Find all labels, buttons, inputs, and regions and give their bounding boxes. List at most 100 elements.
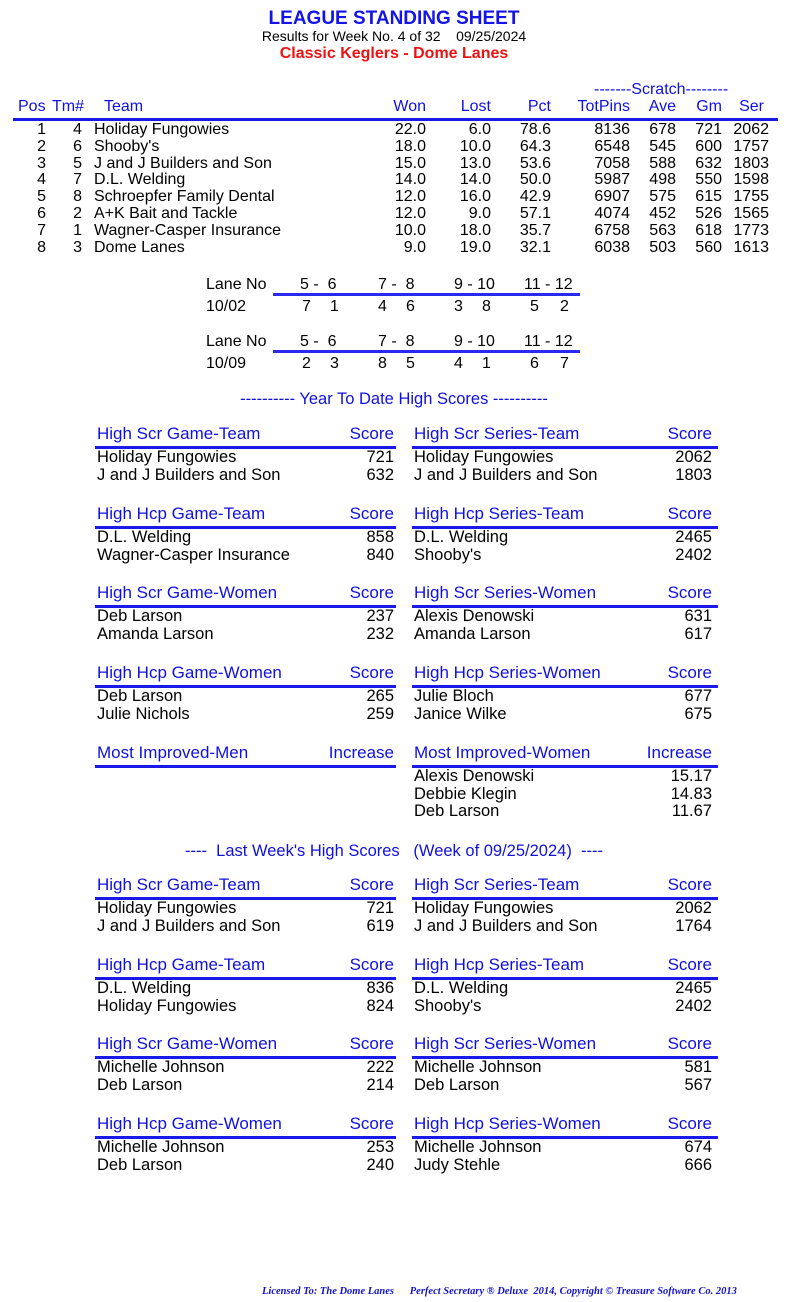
score-box-title: High Scr Series-Team [414,875,580,894]
team-number: 6 [530,355,539,372]
list-item: Shooby's 2402 [412,545,718,565]
standings-ser: 1565 [733,205,769,222]
standings-totpins: 6907 [594,188,630,206]
standings-pos: 2 [37,137,46,155]
standings-ave: 678 [649,121,676,138]
player-name: Janice Wilke [414,704,507,723]
score-value: 1803 [675,465,712,484]
score-value: 2402 [675,545,712,564]
score-box-title: High Hcp Game-Women [97,1114,282,1133]
score-column-label: Score [667,1114,712,1133]
score-column-label: Increase [646,743,712,762]
score-value: 581 [684,1058,712,1076]
score-value: 15.17 [670,767,712,785]
standings-lost: 10.0 [459,137,491,155]
standings-pct: 32.1 [519,238,551,256]
standings-lost: 6.0 [468,121,491,138]
score-box: High Hcp Series-Team Score D.L. Welding 246… [412,955,718,1015]
col-pos: Pos [18,98,46,115]
col-pct: Pct [527,98,551,115]
standings-pos: 5 [37,188,46,206]
col-tm: Tm# [52,98,84,115]
team-number: 7 [560,355,569,372]
standings-team: Shooby's [94,137,160,155]
list-item: Deb Larson 214 [95,1076,396,1095]
standings-pos: 1 [37,121,46,138]
standings-lost: 13.0 [459,154,491,172]
score-column-label: Score [667,504,712,523]
col-ser: Ser [739,98,764,115]
score-box-header: High Scr Game-Team Score [95,424,396,446]
table-row: 7 1 Wagner-Casper Insurance 10.0 18.0 35.7 675… [0,222,800,239]
score-box-title: High Hcp Game-Women [97,663,282,682]
score-box: High Scr Series-Women Score Alexis Denowsk… [412,583,718,643]
lane-rule [273,293,580,296]
standings-won: 10.0 [394,221,426,239]
lane-label: Lane No [206,276,267,293]
player-name: Deb Larson [414,1075,500,1094]
standings-tm: 2 [73,205,82,222]
list-item: J and J Builders and Son 619 [95,917,396,936]
standings-ser: 2062 [733,121,769,138]
team-number: 3 [454,298,463,315]
team-number: 1 [482,355,491,372]
list-item: Alexis Denowski 15.17 [412,767,718,786]
score-box-title: High Hcp Game-Team [97,504,266,523]
page-title: LEAGUE STANDING SHEET [268,8,520,29]
score-box: High Scr Series-Team Score Holiday Fungowi… [412,424,718,484]
col-won: Won [393,98,426,115]
score-value: 677 [684,687,712,705]
score-box-header: High Hcp Game-Women Score [95,663,396,685]
list-item: Deb Larson 240 [95,1156,396,1175]
team-number: 1 [330,298,339,315]
list-item: Holiday Fungowies 2062 [412,899,718,918]
standings-team: J and J Builders and Son [94,154,272,172]
score-box-title: High Scr Game-Women [97,1034,278,1053]
team-number: 2 [302,355,311,372]
lane-number: 7 - 8 [378,276,415,293]
score-value: 840 [366,545,394,564]
score-column-label: Increase [328,743,394,762]
player-name: Holiday Fungowies [97,448,237,466]
score-box-header: High Hcp Series-Women Score [412,663,718,685]
score-box-title: High Hcp Game-Team [97,955,266,974]
score-value: 674 [684,1138,712,1156]
standings-pct: 42.9 [519,188,551,206]
score-box: High Scr Game-Team Score Holiday Fungowies… [95,875,396,935]
score-box-header: High Scr Game-Women Score [95,583,396,605]
score-box: Most Improved-Men Increase [95,743,396,768]
score-box: High Scr Game-Team Score Holiday Fungowies… [95,424,396,484]
score-value: 836 [366,979,394,997]
score-box: High Hcp Game-Team Score D.L. Welding 836 Ho… [95,955,396,1015]
player-name: J and J Builders and Son [414,465,598,484]
score-value: 259 [366,704,394,723]
score-box-header: High Scr Series-Women Score [412,583,718,605]
list-item: Deb Larson 11.67 [412,802,718,821]
col-gm: Gm [696,98,722,115]
standings-lost: 19.0 [459,238,491,256]
standings-pos: 3 [37,154,46,172]
lane-number: 11 - 12 [524,276,573,293]
list-item: Holiday Fungowies 721 [95,899,396,918]
standings-pct: 78.6 [519,121,551,138]
standings-gm: 615 [695,188,722,206]
player-name: D.L. Welding [414,528,509,546]
standings-tm: 6 [73,137,82,155]
player-name: Holiday Fungowies [414,899,554,917]
standings-totpins: 6548 [594,137,630,155]
standings-ser: 1613 [733,238,769,256]
standings-totpins: 6038 [594,238,630,256]
standings-ser: 1803 [733,154,769,172]
score-box-title: High Hcp Series-Team [414,955,585,974]
score-box-header: Most Improved-Men Increase [95,743,396,765]
list-item: Deb Larson 237 [95,607,396,626]
table-row: 1 4 Holiday Fungowies 22.0 6.0 78.6 8136 678 721… [0,121,800,138]
team-number: 8 [378,355,387,372]
standings-pos: 7 [37,221,46,239]
score-box: High Hcp Series-Women Score Michelle Johns… [412,1114,718,1174]
score-value: 2062 [675,448,712,466]
score-value: 675 [684,704,712,723]
standings-team: D.L. Welding [94,171,186,189]
standings-won: 22.0 [394,121,426,138]
standings-team: Dome Lanes [94,238,185,256]
